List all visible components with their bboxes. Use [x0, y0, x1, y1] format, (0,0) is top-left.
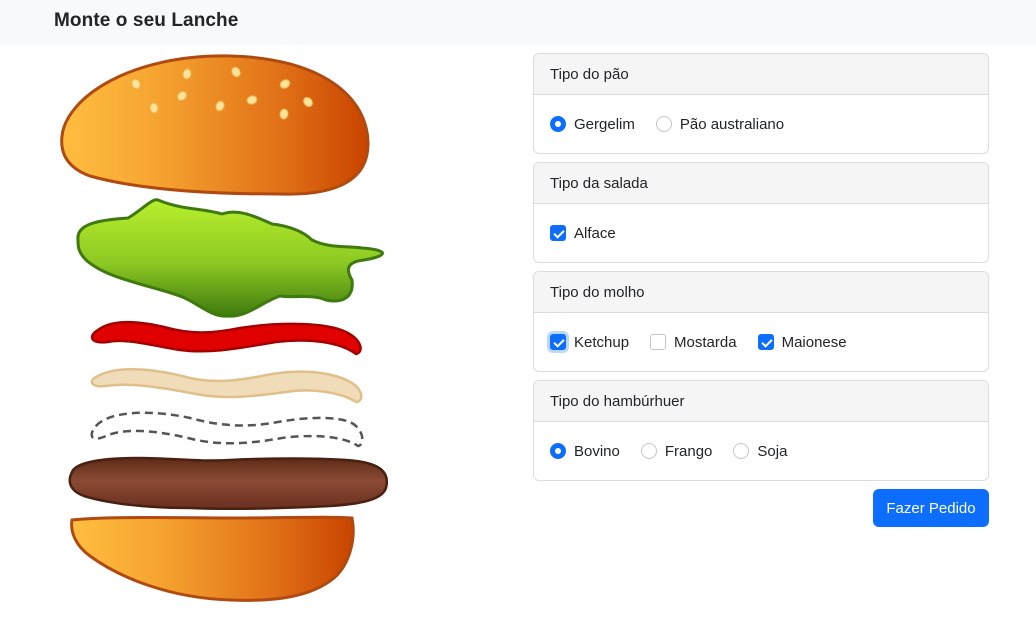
lettuce-icon: [76, 198, 384, 318]
burger-type-header: Tipo do hambúrhuer: [534, 381, 988, 422]
salad-option-label[interactable]: Alface: [574, 225, 616, 242]
ketchup-icon: [90, 321, 362, 356]
burger-type-card: Tipo do hambúrhuer Bovino Frango Soja: [533, 380, 989, 481]
salad-type-header: Tipo da salada: [534, 163, 988, 204]
sauce-option-label[interactable]: Maionese: [782, 334, 847, 351]
bread-option-label[interactable]: Gergelim: [574, 116, 635, 133]
bread-option-label[interactable]: Pão australiano: [680, 116, 784, 133]
checkbox-mostarda[interactable]: [650, 334, 667, 350]
burger-option-label[interactable]: Frango: [665, 443, 713, 460]
bread-type-options: Gergelim Pão australiano: [534, 95, 988, 153]
salad-type-card: Tipo da salada Alface: [533, 162, 989, 263]
burger-option-frango[interactable]: Frango: [640, 443, 713, 460]
bun-bottom-icon: [70, 515, 355, 602]
bread-type-header: Tipo do pão: [534, 54, 988, 95]
sauce-type-card: Tipo do molho Ketchup Mostarda Maionese: [533, 271, 989, 372]
bread-option-australiano[interactable]: Pão australiano: [655, 116, 784, 133]
checkbox-ketchup[interactable]: [550, 334, 566, 350]
radio-gergelim[interactable]: [550, 116, 566, 132]
burger-option-soja[interactable]: Soja: [733, 443, 787, 460]
navbar: Monte o seu Lanche: [0, 0, 1036, 45]
mayonnaise-icon: [90, 367, 363, 404]
radio-soja[interactable]: [733, 443, 750, 459]
sauce-type-header: Tipo do molho: [534, 272, 988, 313]
bread-option-gergelim[interactable]: Gergelim: [550, 116, 635, 133]
salad-type-options: Alface: [534, 204, 988, 262]
sauce-option-label[interactable]: Mostarda: [674, 334, 737, 351]
burger-option-label[interactable]: Bovino: [574, 443, 620, 460]
bun-top-icon: [60, 54, 370, 196]
sauce-type-options: Ketchup Mostarda Maionese: [534, 313, 988, 371]
sauce-option-maionese[interactable]: Maionese: [757, 334, 847, 351]
page-title: Monte o seu Lanche: [54, 10, 239, 31]
burger-type-options: Bovino Frango Soja: [534, 422, 988, 480]
bread-type-card: Tipo do pão Gergelim Pão australiano: [533, 53, 989, 154]
burger-option-label[interactable]: Soja: [757, 443, 787, 460]
checkbox-maionese[interactable]: [757, 334, 774, 350]
radio-bovino[interactable]: [550, 443, 566, 459]
burger-option-bovino[interactable]: Bovino: [550, 443, 620, 460]
mustard-placeholder-icon: [90, 411, 364, 448]
burger-illustration: [60, 54, 389, 602]
sauce-option-ketchup[interactable]: Ketchup: [550, 334, 629, 351]
radio-frango[interactable]: [640, 443, 657, 459]
checkbox-alface[interactable]: [550, 225, 566, 241]
place-order-button[interactable]: Fazer Pedido: [873, 489, 989, 527]
radio-pao-australiano[interactable]: [655, 116, 672, 132]
sauce-option-mostarda[interactable]: Mostarda: [650, 334, 737, 351]
sauce-option-label[interactable]: Ketchup: [574, 334, 629, 351]
salad-option-alface[interactable]: Alface: [550, 225, 616, 242]
patty-icon: [68, 456, 389, 511]
